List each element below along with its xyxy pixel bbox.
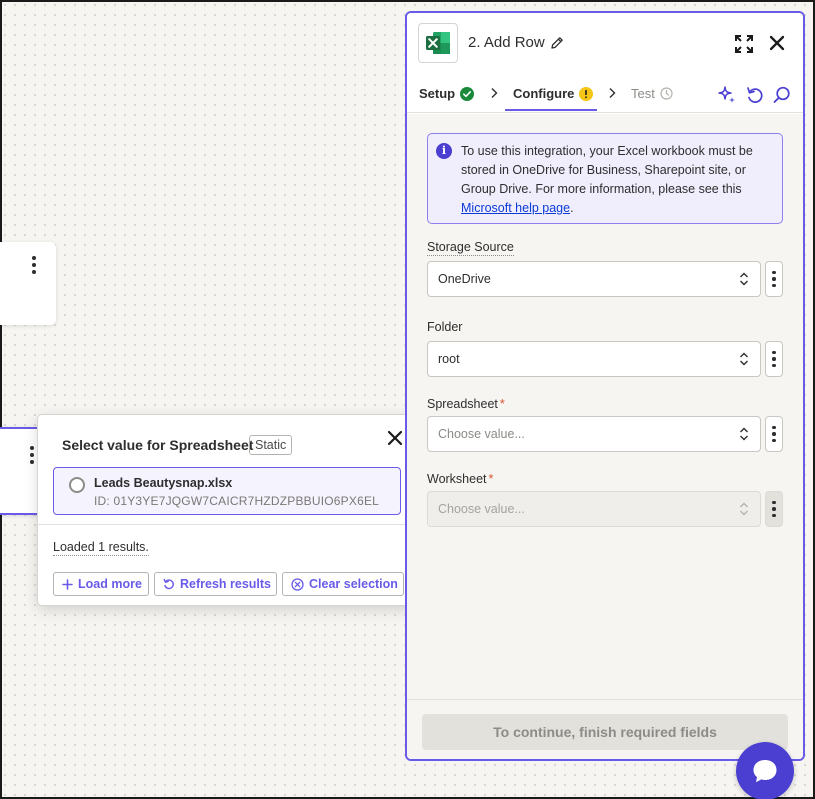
tab-test[interactable]: Test [631, 86, 673, 101]
clock-icon [660, 87, 673, 100]
panel-body: i To use this integration, your Excel wo… [407, 114, 803, 699]
refresh-results-label: Refresh results [180, 577, 272, 591]
folder-select[interactable]: root [427, 341, 761, 377]
static-badge: Static [249, 435, 293, 455]
info-trailing: . [570, 201, 574, 215]
chevron-right-icon [609, 88, 616, 98]
sparkle-icon[interactable] [717, 85, 737, 105]
undo-icon[interactable] [745, 85, 765, 105]
clear-selection-button[interactable]: Clear selection [282, 572, 404, 596]
folder-menu-icon[interactable] [765, 341, 783, 377]
spreadsheet-value-popover: Select value for Spreadsheet Static Lead… [37, 414, 417, 606]
option-radio[interactable] [69, 477, 85, 493]
step-tabs: Setup Configure Test [407, 73, 803, 113]
warning-icon [579, 86, 594, 101]
option-name: Leads Beautysnap.xlsx [94, 476, 233, 490]
close-icon[interactable] [769, 35, 785, 51]
worksheet-placeholder: Choose value... [438, 502, 525, 516]
updown-chevron-icon [740, 427, 748, 441]
folder-label: Folder [427, 320, 463, 334]
expand-icon[interactable] [734, 34, 754, 54]
close-icon[interactable] [386, 429, 404, 447]
load-more-label: Load more [78, 577, 142, 591]
loaded-results-text: Loaded 1 results. [53, 540, 149, 556]
pencil-icon[interactable] [550, 36, 564, 50]
worksheet-label-text: Worksheet [427, 472, 487, 486]
chevron-right-icon [491, 88, 498, 98]
required-mark: * [488, 472, 494, 486]
load-more-button[interactable]: Load more [53, 572, 149, 596]
refresh-results-button[interactable]: Refresh results [154, 572, 277, 596]
info-text: To use this integration, your Excel work… [461, 142, 776, 218]
step-title: 2. Add Row [468, 34, 545, 51]
spreadsheet-label-text: Spreadsheet [427, 397, 498, 411]
clear-icon [291, 577, 304, 591]
spreadsheet-menu-icon[interactable] [765, 416, 783, 452]
storage-source-value: OneDrive [438, 272, 491, 286]
info-icon: i [436, 143, 452, 159]
required-mark: * [499, 397, 505, 411]
spreadsheet-placeholder: Choose value... [438, 427, 525, 441]
plus-icon [62, 578, 73, 590]
storage-source-label: Storage Source [427, 240, 514, 256]
tab-setup-label: Setup [419, 86, 456, 101]
canvas-step-card[interactable] [0, 242, 56, 325]
tab-test-label: Test [631, 86, 655, 101]
storage-source-select[interactable]: OneDrive [427, 261, 761, 297]
chat-support-button[interactable] [736, 742, 794, 799]
clear-selection-label: Clear selection [309, 577, 398, 591]
divider [38, 524, 416, 525]
storage-source-menu-icon[interactable] [765, 261, 783, 297]
folder-value: root [438, 352, 460, 366]
worksheet-select: Choose value... [427, 491, 761, 527]
tab-configure-label: Configure [513, 86, 575, 101]
continue-button: To continue, finish required fields [422, 714, 788, 750]
worksheet-label: Worksheet * [427, 472, 493, 486]
spreadsheet-select[interactable]: Choose value... [427, 416, 761, 452]
updown-chevron-icon [740, 352, 748, 366]
popover-title: Select value for Spreadsheet [62, 437, 254, 453]
panel-header: 2. Add Row [407, 13, 803, 73]
excel-icon [418, 23, 458, 63]
active-tab-indicator [505, 109, 597, 111]
info-message: To use this integration, your Excel work… [461, 144, 753, 196]
chat-icon [753, 760, 777, 783]
info-banner: i To use this integration, your Excel wo… [427, 133, 783, 224]
tab-setup[interactable]: Setup [419, 86, 475, 101]
worksheet-menu-icon[interactable] [765, 491, 783, 527]
check-circle-icon [460, 86, 475, 101]
step-editor-panel: 2. Add Row Setup Configure Test i To use… [405, 11, 805, 761]
microsoft-help-link[interactable]: Microsoft help page [461, 201, 570, 215]
search-icon[interactable] [772, 85, 792, 105]
refresh-icon [163, 578, 174, 590]
option-id: ID: 01Y3YE7JQGW7CAICR7HZDZPBBUIO6PX6EL [94, 494, 380, 508]
spreadsheet-label: Spreadsheet * [427, 397, 505, 411]
step-menu-icon[interactable] [24, 253, 44, 277]
tab-configure[interactable]: Configure [513, 86, 594, 101]
updown-chevron-icon [740, 272, 748, 286]
updown-chevron-icon [740, 502, 748, 516]
spreadsheet-option[interactable]: Leads Beautysnap.xlsx ID: 01Y3YE7JQGW7CA… [53, 467, 401, 515]
